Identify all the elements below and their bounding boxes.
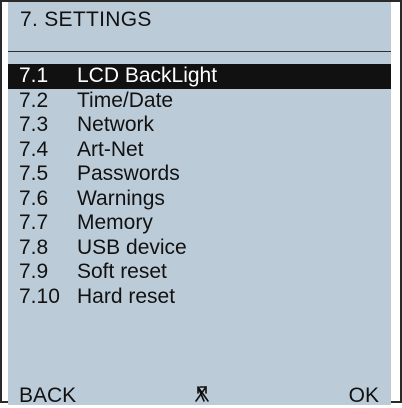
- menu-item-lcd-backlight[interactable]: 7.1 LCD BackLight: [8, 64, 391, 89]
- menu-item-number: 7.5: [19, 162, 49, 185]
- menu-item-number: 7.6: [19, 186, 49, 210]
- menu-item-warnings[interactable]: 7.6 Warnings: [8, 187, 391, 212]
- menu-item-number: 7.3: [19, 113, 49, 136]
- menu-item-hard-reset[interactable]: 7.10 Hard reset: [8, 285, 391, 310]
- menu-item-number: 7.1: [19, 64, 49, 87]
- menu-item-label: Network: [77, 113, 155, 136]
- menu-item-usb-device[interactable]: 7.8 USB device: [8, 236, 391, 261]
- menu-item-art-net[interactable]: 7.4 Art-Net: [8, 138, 391, 163]
- menu-item-label: Soft reset: [77, 260, 167, 283]
- menu-item-number: 7.9: [19, 260, 49, 283]
- menu-item-memory[interactable]: 7.7 Memory: [8, 211, 391, 236]
- menu-item-label: LCD BackLight: [77, 64, 218, 87]
- title-divider: [8, 51, 391, 52]
- menu-item-number: 7.7: [19, 211, 49, 234]
- page-title: 7. SETTINGS: [20, 8, 152, 31]
- menu-item-passwords[interactable]: 7.5 Passwords: [8, 162, 391, 187]
- menu-item-label: USB device: [77, 235, 187, 259]
- menu-item-label: Time/Date: [77, 88, 174, 112]
- up-down-arrows-icon[interactable]: [192, 384, 212, 404]
- device-frame: 7. SETTINGS 7.1 LCD BackLight 7.2 Time/D…: [0, 0, 402, 408]
- back-softkey[interactable]: BACK: [19, 384, 76, 408]
- menu-item-label: Memory: [77, 211, 153, 234]
- settings-menu: 7.1 LCD BackLight 7.2 Time/Date 7.3 Netw…: [8, 64, 391, 309]
- menu-item-label: Art-Net: [77, 137, 144, 161]
- menu-item-time-date[interactable]: 7.2 Time/Date: [8, 89, 391, 114]
- menu-item-network[interactable]: 7.3 Network: [8, 113, 391, 138]
- menu-item-label: Warnings: [77, 186, 165, 210]
- menu-item-number: 7.8: [19, 235, 49, 259]
- softkey-bar: BACK OK: [8, 382, 391, 408]
- lcd-screen: 7. SETTINGS 7.1 LCD BackLight 7.2 Time/D…: [8, 2, 391, 408]
- menu-item-soft-reset[interactable]: 7.9 Soft reset: [8, 260, 391, 285]
- menu-item-label: Passwords: [77, 162, 180, 185]
- ok-softkey[interactable]: OK: [349, 384, 379, 408]
- menu-item-label: Hard reset: [77, 284, 176, 308]
- menu-item-number: 7.10: [19, 284, 60, 308]
- menu-item-number: 7.4: [19, 137, 49, 161]
- menu-item-number: 7.2: [19, 88, 49, 112]
